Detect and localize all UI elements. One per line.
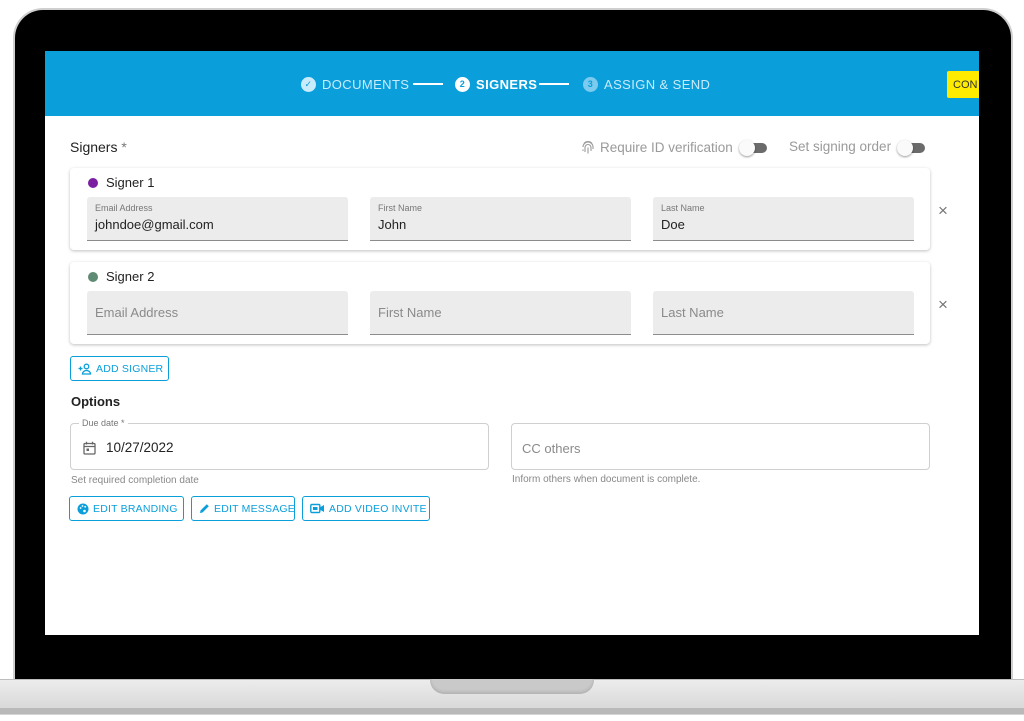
first-name-value: John: [378, 217, 407, 232]
edit-message-label: EDIT MESSAGE: [214, 502, 295, 515]
last-name-label: Last Name: [661, 203, 705, 213]
due-date-field[interactable]: Due date * 10/27/2022: [70, 418, 489, 470]
close-icon[interactable]: ×: [935, 295, 951, 315]
check-circle-icon: ✓: [301, 76, 316, 92]
signer-card: Signer 1 Email Address johndoe@gmail.com…: [70, 168, 930, 250]
signer-color-dot: [88, 271, 98, 282]
step-number-icon: 2: [455, 76, 470, 92]
require-id-label: Require ID verification: [600, 139, 733, 155]
add-person-icon: [78, 363, 92, 375]
edit-message-button[interactable]: EDIT MESSAGE: [191, 496, 295, 521]
email-label: Email Address: [95, 203, 153, 213]
first-name-label: First Name: [378, 203, 423, 213]
step-label: SIGNERS: [476, 76, 538, 92]
cc-others-helper-text: Inform others when document is complete.: [512, 474, 701, 485]
options-heading: Options: [71, 394, 121, 409]
edit-branding-label: EDIT BRANDING: [93, 502, 178, 515]
require-id-toggle[interactable]: [738, 140, 767, 156]
fingerprint-icon: [581, 139, 595, 155]
toggle-thumb: [897, 139, 914, 156]
last-name-value: Doe: [661, 217, 685, 232]
first-name-field[interactable]: First Name: [370, 291, 631, 335]
signer-label: Signer 2: [106, 269, 155, 284]
email-value: johndoe@gmail.com: [95, 217, 214, 232]
close-icon[interactable]: ×: [935, 201, 951, 221]
step-label: ASSIGN & SEND: [604, 76, 711, 92]
email-placeholder: Email Address: [95, 305, 179, 320]
last-name-field[interactable]: Last Name Doe: [653, 197, 914, 241]
signers-heading: Signers *: [70, 139, 127, 155]
add-signer-button[interactable]: ADD SIGNER: [70, 356, 169, 381]
step-number-icon: 3: [583, 76, 598, 92]
cc-others-field[interactable]: CC others: [511, 423, 930, 470]
due-date-helper-text: Set required completion date: [71, 475, 199, 486]
edit-branding-button[interactable]: EDIT BRANDING: [69, 496, 184, 521]
step-label: DOCUMENTS: [322, 76, 410, 92]
signer-label: Signer 1: [106, 175, 155, 190]
signing-order-option: Set signing order: [789, 139, 926, 156]
require-id-option: Require ID verification: [581, 139, 767, 156]
step-assign-send[interactable]: 3 ASSIGN & SEND: [583, 75, 710, 93]
signing-order-label: Set signing order: [789, 139, 892, 154]
signing-order-toggle[interactable]: [897, 139, 926, 156]
video-camera-icon: [310, 503, 325, 514]
stepper-header: ✓ DOCUMENTS 2 SIGNERS 3 ASSIGN & SEND CO…: [45, 51, 979, 116]
due-date-label: Due date *: [79, 418, 128, 428]
add-video-invite-label: ADD VIDEO INVITE: [329, 502, 427, 515]
due-date-value: 10/27/2022: [106, 440, 174, 455]
signer-color-dot: [88, 177, 98, 188]
signer-card: Signer 2 Email Address First Name Last N…: [70, 262, 930, 344]
first-name-field[interactable]: First Name John: [370, 197, 631, 241]
email-field[interactable]: Email Address: [87, 291, 348, 335]
step-signers[interactable]: 2 SIGNERS: [455, 75, 537, 93]
app-screen: ✓ DOCUMENTS 2 SIGNERS 3 ASSIGN & SEND CO…: [45, 51, 979, 635]
palette-icon: [77, 503, 89, 515]
step-documents[interactable]: ✓ DOCUMENTS: [301, 75, 409, 93]
continue-button[interactable]: CON: [947, 71, 979, 98]
last-name-placeholder: Last Name: [661, 305, 724, 320]
email-field[interactable]: Email Address johndoe@gmail.com: [87, 197, 348, 241]
pencil-icon: [199, 503, 210, 514]
step-connector: [413, 83, 443, 85]
add-video-invite-button[interactable]: ADD VIDEO INVITE: [302, 496, 430, 521]
first-name-placeholder: First Name: [378, 305, 442, 320]
signer-heading: Signer 2: [88, 269, 154, 284]
last-name-field[interactable]: Last Name: [653, 291, 914, 335]
laptop-notch: [430, 679, 594, 694]
cc-others-placeholder: CC others: [522, 441, 581, 456]
signers-title: Signers: [70, 139, 118, 155]
step-connector: [539, 83, 569, 85]
laptop-base-edge: [0, 708, 1024, 714]
signer-heading: Signer 1: [88, 175, 154, 190]
add-signer-label: ADD SIGNER: [96, 362, 164, 375]
required-mark: *: [121, 139, 127, 155]
calendar-icon[interactable]: [83, 441, 96, 455]
toggle-thumb: [738, 140, 755, 156]
